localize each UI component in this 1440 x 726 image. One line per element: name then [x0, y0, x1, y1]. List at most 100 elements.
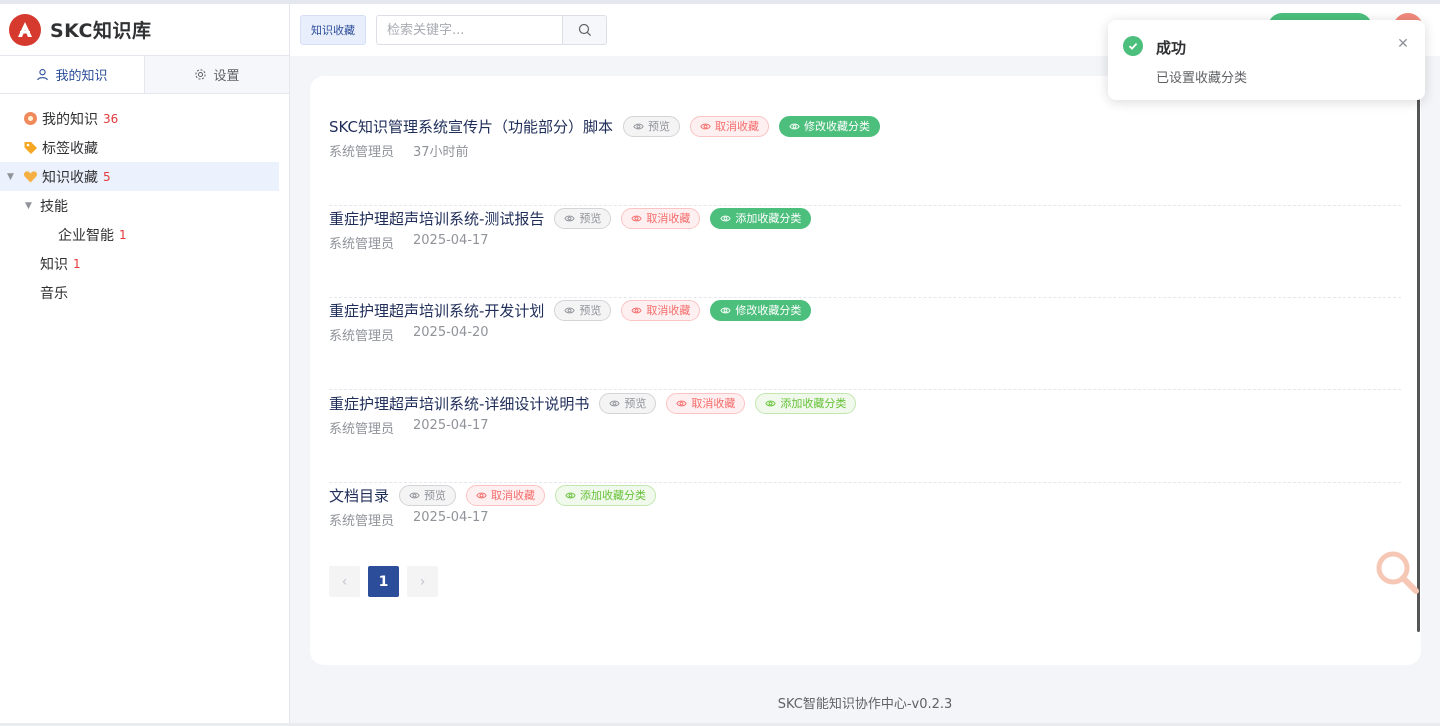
category-label: 添加收藏分类: [780, 397, 847, 410]
tab-settings[interactable]: 设置: [144, 56, 289, 93]
tree-item-tag-favorites[interactable]: 标签收藏: [0, 133, 279, 162]
search-input[interactable]: [377, 16, 562, 44]
tree-item-label: 我的知识: [42, 111, 98, 128]
caret-down-icon[interactable]: ▼: [25, 201, 32, 211]
category-button[interactable]: 修改收藏分类: [779, 115, 881, 137]
eye-icon: [765, 400, 777, 406]
logo[interactable]: SKC知识库: [0, 4, 289, 56]
tree-item-knowledge-favorites[interactable]: ▼ 知识收藏 5: [0, 162, 279, 191]
item-title-link[interactable]: 文档目录: [329, 485, 389, 506]
item-title-link[interactable]: 重症护理超声培训系统-详细设计说明书: [329, 393, 589, 414]
item-count: 5: [103, 169, 111, 184]
eye-icon: [609, 400, 621, 406]
item-header: 文档目录 预览 取消收藏 添加收藏分类: [329, 483, 666, 507]
tree-item-label: 技能: [40, 198, 68, 215]
tree-item-label: 音乐: [40, 285, 68, 302]
gear-icon: [195, 69, 207, 80]
eye-icon: [565, 492, 576, 498]
eye-icon: [720, 215, 732, 221]
item-meta: 系统管理员 2025-04-20: [329, 325, 489, 344]
category-button[interactable]: 添加收藏分类: [755, 392, 857, 414]
floating-search-icon[interactable]: [1374, 549, 1420, 595]
tag-icon: [22, 140, 38, 156]
eye-icon: [476, 492, 487, 498]
cancel-favorite-label: 取消收藏: [691, 397, 736, 410]
list-item: SKC知识管理系统宣传片（功能部分）脚本 预览 取消收藏 修改收藏分类系统管理员 37小…: [329, 114, 1401, 206]
eye-icon: [409, 492, 420, 498]
tree-item-knowledge[interactable]: 知识 1: [0, 249, 279, 278]
preview-button[interactable]: 预览: [554, 207, 612, 229]
item-meta: 系统管理员 2025-04-17: [329, 233, 489, 252]
prev-page-button[interactable]: ‹: [329, 566, 360, 597]
item-meta: 系统管理员 2025-04-17: [329, 418, 489, 437]
current-section-chip[interactable]: 知识收藏: [300, 15, 366, 45]
cancel-favorite-button[interactable]: 取消收藏: [666, 392, 746, 414]
preview-label: 预览: [579, 304, 602, 317]
category-button[interactable]: 添加收藏分类: [710, 207, 812, 229]
item-header: SKC知识管理系统宣传片（功能部分）脚本 预览 取消收藏 修改收藏分类: [329, 114, 890, 138]
eye-icon: [700, 123, 711, 129]
toast-title: 成功: [1156, 39, 1187, 57]
cancel-favorite-button[interactable]: 取消收藏: [690, 115, 770, 137]
tree-item-enterprise-ai[interactable]: 企业智能 1: [0, 220, 279, 249]
preview-button[interactable]: 预览: [399, 484, 457, 506]
item-author: 系统管理员: [329, 329, 395, 344]
preview-button[interactable]: 预览: [554, 299, 612, 321]
tab-settings-label: 设置: [213, 69, 240, 84]
flower-icon: [22, 111, 38, 127]
eye-icon: [564, 215, 576, 221]
cancel-favorite-label: 取消收藏: [646, 304, 691, 317]
caret-down-icon[interactable]: ▼: [7, 172, 14, 182]
category-button[interactable]: 添加收藏分类: [555, 484, 657, 506]
eye-icon: [633, 123, 644, 129]
eye-icon: [676, 400, 688, 406]
item-title-link[interactable]: SKC知识管理系统宣传片（功能部分）脚本: [329, 116, 613, 137]
success-toast: 成功 已设置收藏分类 ✕: [1108, 20, 1425, 100]
tree-item-music[interactable]: 音乐: [0, 278, 279, 307]
preview-button[interactable]: 预览: [623, 115, 681, 137]
cancel-favorite-button[interactable]: 取消收藏: [621, 299, 701, 321]
check-circle-icon: [1123, 36, 1143, 56]
preview-label: 预览: [579, 212, 602, 225]
category-tree: 我的知识 36 标签收藏 ▼ 知识收藏 5 ▼ 技能 企业智能 1 知识 1 音…: [0, 94, 289, 307]
item-meta: 系统管理员 37小时前: [329, 141, 469, 160]
category-button[interactable]: 修改收藏分类: [710, 299, 812, 321]
cancel-favorite-label: 取消收藏: [715, 120, 760, 133]
item-author: 系统管理员: [329, 422, 395, 437]
preview-label: 预览: [624, 397, 647, 410]
cancel-favorite-button[interactable]: 取消收藏: [621, 207, 701, 229]
list-item: 重症护理超声培训系统-测试报告 预览 取消收藏 添加收藏分类系统管理员 2025-04-…: [329, 206, 1401, 298]
item-count: 1: [119, 227, 127, 242]
category-label: 修改收藏分类: [804, 120, 871, 133]
eye-icon: [631, 215, 643, 221]
item-time: 2025-04-20: [413, 325, 489, 340]
item-title-link[interactable]: 重症护理超声培训系统-开发计划: [329, 300, 544, 321]
preview-button[interactable]: 预览: [599, 392, 657, 414]
item-author: 系统管理员: [329, 145, 395, 160]
item-meta: 系统管理员 2025-04-17: [329, 510, 489, 529]
item-header: 重症护理超声培训系统-测试报告 预览 取消收藏 添加收藏分类: [329, 206, 821, 230]
cancel-favorite-label: 取消收藏: [491, 489, 536, 502]
eye-icon: [789, 123, 800, 129]
close-icon[interactable]: ✕: [1396, 36, 1410, 52]
page-number-button[interactable]: 1: [368, 566, 399, 597]
item-time: 2025-04-17: [413, 418, 489, 433]
tree-item-label: 企业智能: [58, 227, 114, 244]
tree-item-my-knowledge[interactable]: 我的知识 36: [0, 104, 279, 133]
tree-item-skills[interactable]: ▼ 技能: [0, 191, 279, 220]
search-icon: [578, 23, 591, 37]
cancel-favorite-button[interactable]: 取消收藏: [466, 484, 546, 506]
item-time: 2025-04-17: [413, 233, 489, 248]
next-page-button[interactable]: ›: [407, 566, 438, 597]
list-item: 重症护理超声培训系统-开发计划 预览 取消收藏 修改收藏分类系统管理员 2025-04-…: [329, 298, 1401, 390]
tree-item-label: 知识: [40, 256, 68, 273]
search-box: [376, 15, 607, 45]
search-button[interactable]: [562, 16, 606, 44]
tree-item-label: 知识收藏: [42, 169, 98, 186]
tab-my-knowledge[interactable]: 我的知识: [0, 56, 144, 93]
toast-message: 已设置收藏分类: [1156, 71, 1248, 86]
tree-item-label: 标签收藏: [42, 140, 98, 157]
item-title-link[interactable]: 重症护理超声培训系统-测试报告: [329, 208, 544, 229]
eye-icon: [720, 307, 732, 313]
item-count: 1: [73, 256, 81, 271]
